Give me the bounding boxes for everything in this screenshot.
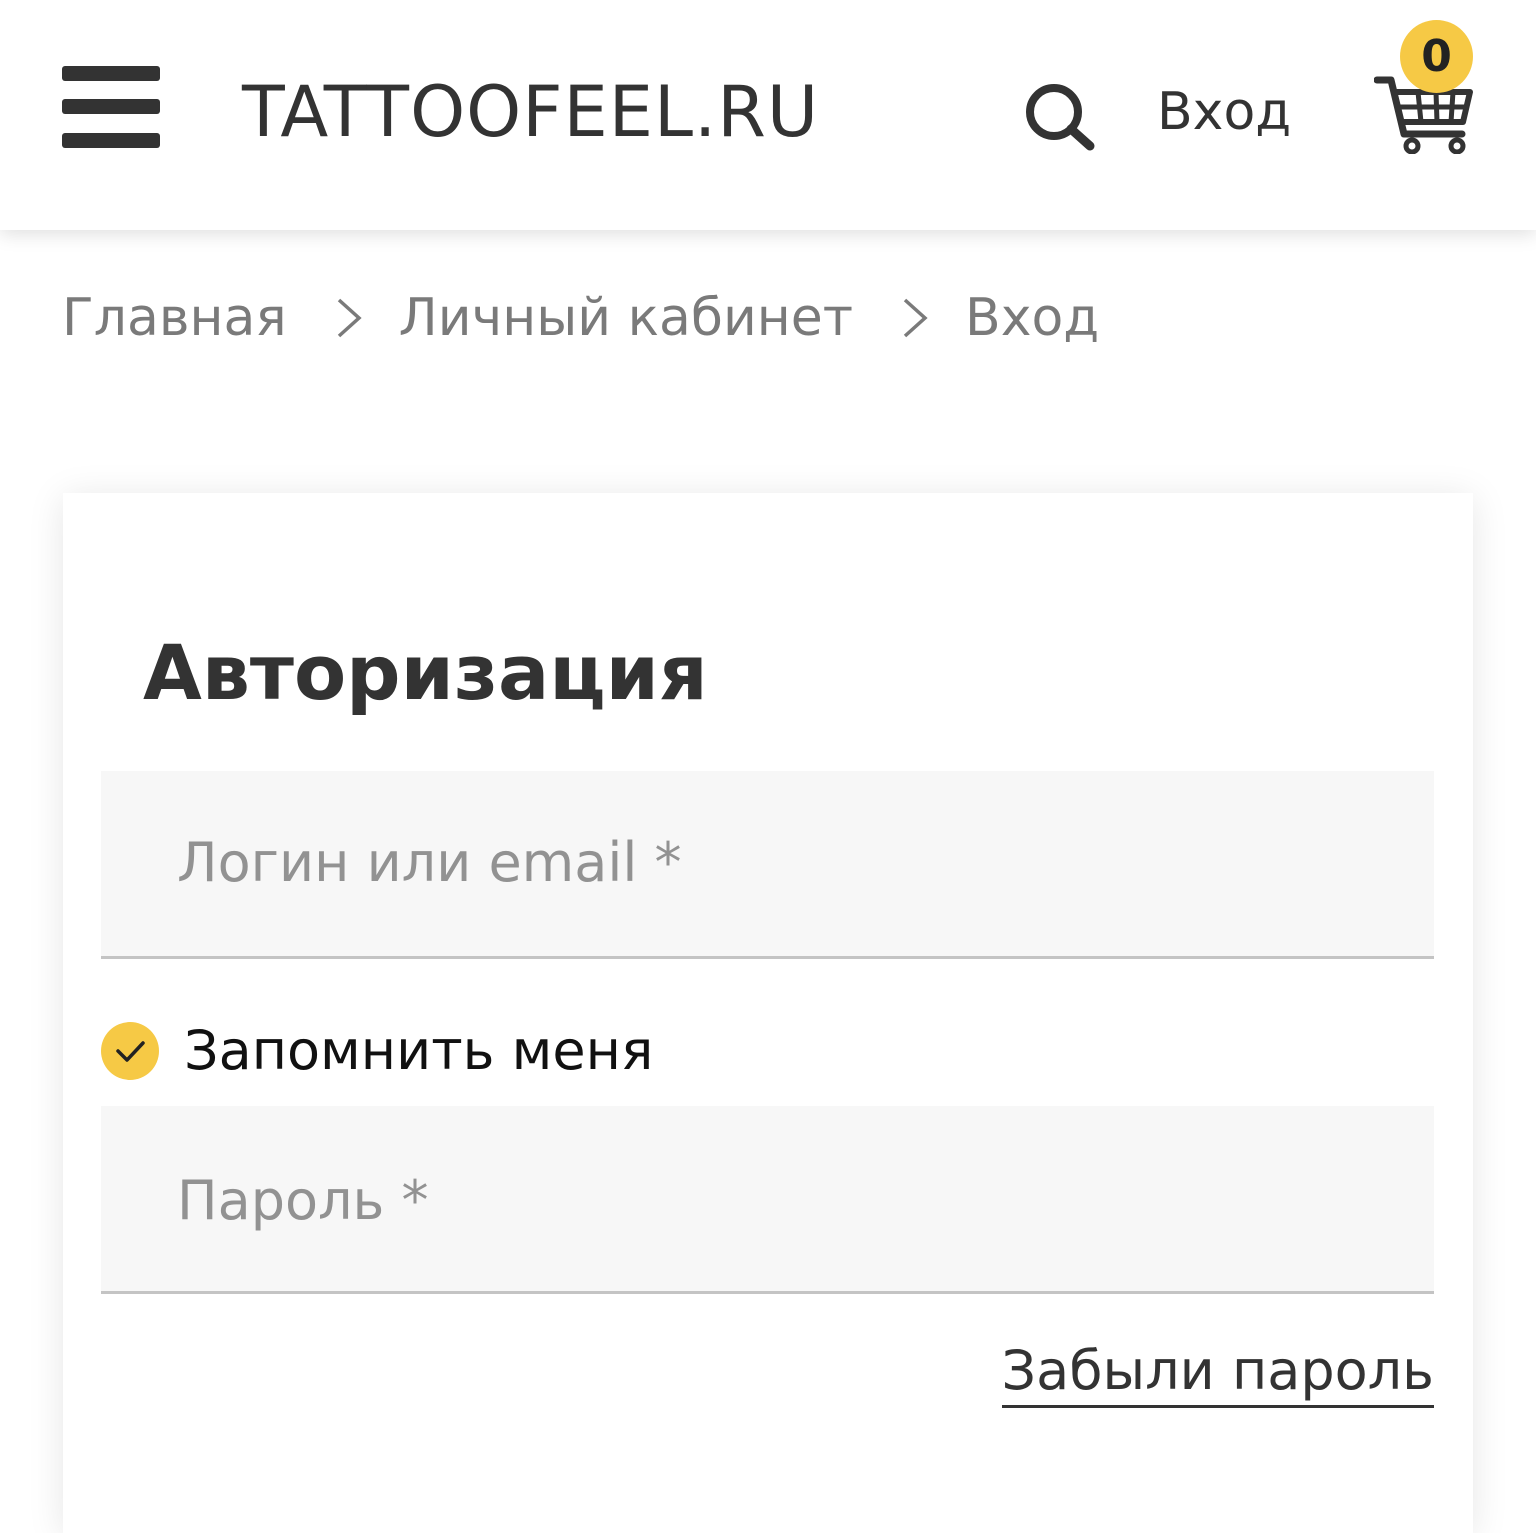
- breadcrumb-current: Вход: [965, 288, 1100, 348]
- breadcrumb-account[interactable]: Личный кабинет: [399, 286, 853, 350]
- search-icon[interactable]: [1024, 82, 1096, 152]
- login-field-placeholder: Логин или email *: [177, 831, 682, 894]
- breadcrumb: Главная Личный кабинет Вход: [62, 286, 1099, 350]
- site-header: TATTOOFEEL.RU Вход 0: [0, 0, 1536, 230]
- chevron-right-icon: [903, 298, 928, 338]
- breadcrumb-home[interactable]: Главная: [62, 286, 287, 350]
- password-field[interactable]: Пароль *: [101, 1106, 1434, 1294]
- menu-icon-bar: [62, 99, 160, 114]
- remember-me-label: Запомнить меня: [184, 1019, 654, 1082]
- auth-card: Авторизация Логин или email * Запомнить …: [63, 493, 1473, 1533]
- forgot-password-link[interactable]: Забыли пароль: [1001, 1339, 1434, 1408]
- menu-icon-bar: [62, 133, 160, 148]
- menu-icon-bar: [62, 66, 160, 81]
- login-link[interactable]: Вход: [1157, 80, 1291, 144]
- site-logo[interactable]: TATTOOFEEL.RU: [242, 72, 819, 152]
- password-field-placeholder: Пароль *: [177, 1169, 429, 1232]
- cart-count-badge: 0: [1400, 20, 1473, 93]
- checkbox-checked-icon[interactable]: [101, 1022, 159, 1080]
- cart-button[interactable]: 0: [1374, 20, 1478, 156]
- chevron-right-icon: [337, 298, 362, 338]
- menu-icon[interactable]: [62, 66, 160, 148]
- page-title: Авторизация: [143, 628, 708, 717]
- remember-me-checkbox[interactable]: Запомнить меня: [101, 1019, 654, 1082]
- login-field[interactable]: Логин или email *: [101, 771, 1434, 959]
